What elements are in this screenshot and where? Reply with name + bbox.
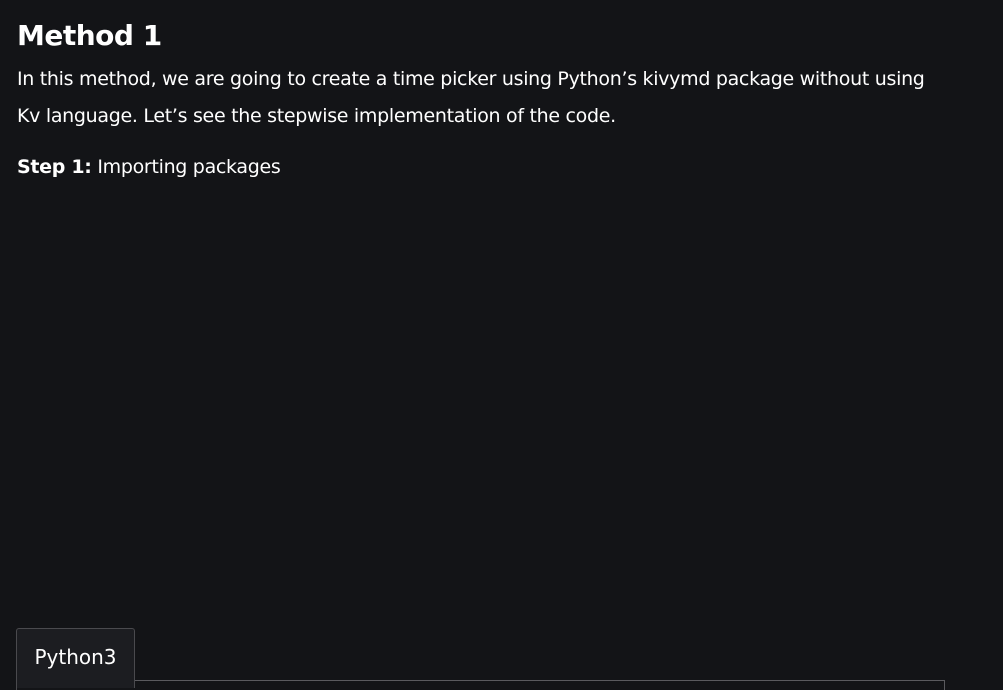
section-heading: Method 1 bbox=[17, 19, 162, 52]
code-block-border-top bbox=[135, 680, 945, 681]
step-text: Importing packages bbox=[91, 156, 281, 178]
blank-content-area bbox=[17, 200, 947, 620]
code-block-border-right bbox=[944, 680, 945, 690]
step-paragraph: Step 1: Importing packages bbox=[17, 150, 281, 184]
intro-paragraph: In this method, we are going to create a… bbox=[17, 68, 925, 127]
step-label: Step 1: bbox=[17, 156, 92, 178]
tab-python3[interactable]: Python3 bbox=[16, 628, 135, 688]
